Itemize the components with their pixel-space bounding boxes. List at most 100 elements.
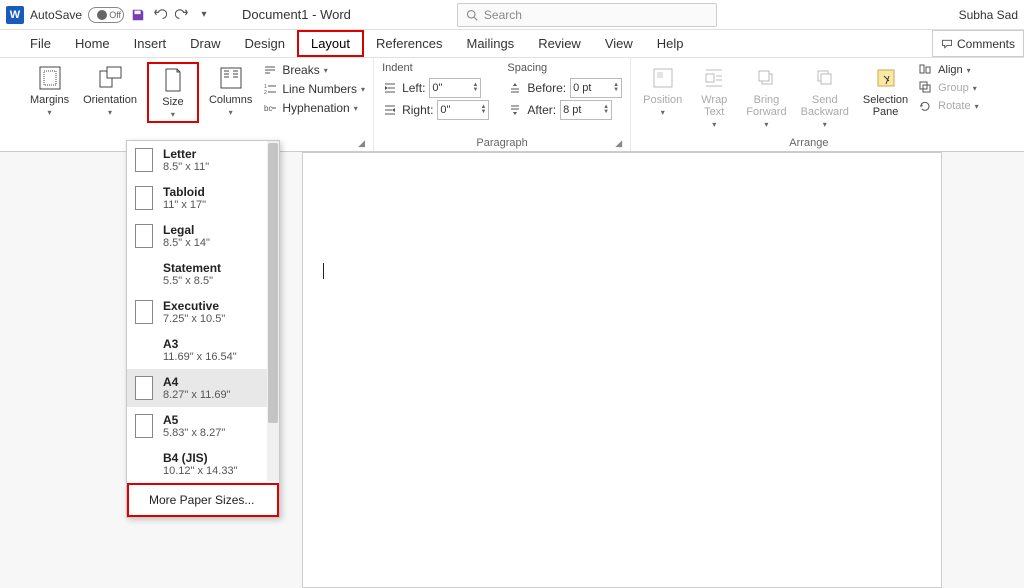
indent-left-input[interactable]: 0"▲▼ (429, 78, 481, 98)
columns-button[interactable]: Columns▾ (205, 62, 256, 119)
line-numbers-button[interactable]: 12Line Numbers ▾ (262, 81, 365, 97)
group-button: Group ▾ (918, 80, 978, 96)
size-dropdown-scrollbar[interactable] (267, 141, 279, 481)
group-page-setup: Margins▾ Orientation▾ Size▾ Columns▾ Bre… (18, 58, 374, 151)
group-arrange: Position▾ Wrap Text▾ Bring Forward▾ Send… (631, 58, 986, 151)
send-backward-icon (811, 64, 839, 92)
indent-right-icon (382, 102, 398, 118)
size-dims: 5.5" x 8.5" (163, 275, 221, 287)
tab-insert[interactable]: Insert (122, 30, 179, 57)
size-option-a4[interactable]: A48.27" x 11.69" (127, 369, 279, 407)
size-name: A5 (163, 413, 225, 427)
save-icon[interactable] (130, 7, 146, 23)
bring-forward-button: Bring Forward▾ (742, 62, 790, 131)
hyphenation-button[interactable]: bcHyphenation ▾ (262, 100, 365, 116)
send-backward-button: Send Backward▾ (797, 62, 853, 131)
tab-review[interactable]: Review (526, 30, 593, 57)
arrange-group-label: Arrange (639, 137, 978, 151)
size-option-tabloid[interactable]: Tabloid11" x 17" (127, 179, 279, 217)
undo-icon[interactable] (152, 7, 168, 23)
spacing-after-input[interactable]: 8 pt▲▼ (560, 100, 612, 120)
svg-text:bc: bc (264, 104, 272, 113)
tab-design[interactable]: Design (233, 30, 297, 57)
redo-icon[interactable] (174, 7, 190, 23)
tab-home[interactable]: Home (63, 30, 122, 57)
size-dims: 11" x 17" (163, 199, 206, 211)
size-dims: 5.83" x 8.27" (163, 427, 225, 439)
size-option-statement[interactable]: Statement5.5" x 8.5" (127, 255, 279, 293)
size-option-a5[interactable]: A55.83" x 8.27" (127, 407, 279, 445)
size-name: A4 (163, 375, 231, 389)
paragraph-dialog-launcher[interactable]: ◢ (615, 138, 622, 149)
hyphenation-icon: bc (262, 100, 278, 116)
line-numbers-icon: 12 (262, 81, 278, 97)
page-preview-icon (135, 148, 153, 172)
margins-button[interactable]: Margins▾ (26, 62, 73, 119)
tab-view[interactable]: View (593, 30, 645, 57)
columns-icon (217, 64, 245, 92)
indent-right-label: Right: (402, 103, 433, 117)
size-option-letter[interactable]: Letter8.5" x 11" (127, 141, 279, 179)
user-name[interactable]: Subha Sad (959, 8, 1018, 22)
tab-layout[interactable]: Layout (297, 30, 364, 57)
autosave-toggle[interactable]: Off (88, 7, 124, 23)
spacing-after-label: After: (527, 103, 556, 117)
svg-text:2: 2 (264, 90, 267, 96)
breaks-button[interactable]: Breaks ▾ (262, 62, 365, 78)
selection-pane-button[interactable]: Selection Pane (859, 62, 912, 120)
tab-mailings[interactable]: Mailings (455, 30, 527, 57)
group-paragraph: Indent Left: 0"▲▼ Right: 0"▲▼ Spacing Be… (374, 58, 631, 151)
page-preview-icon (135, 186, 153, 210)
wrap-text-icon (700, 64, 728, 92)
orientation-icon (96, 64, 124, 92)
rotate-icon (918, 98, 934, 114)
page-setup-dialog-launcher[interactable]: ◢ (358, 138, 365, 149)
page-preview-icon (135, 414, 153, 438)
tab-draw[interactable]: Draw (178, 30, 232, 57)
ribbon: Margins▾ Orientation▾ Size▾ Columns▾ Bre… (0, 58, 1024, 152)
indent-right-input[interactable]: 0"▲▼ (437, 100, 489, 120)
align-button[interactable]: Align ▾ (918, 62, 978, 78)
page-preview-icon (135, 224, 153, 248)
size-dims: 8.5" x 14" (163, 237, 210, 249)
group-icon (918, 80, 934, 96)
size-option-b4-jis-[interactable]: B4 (JIS)10.12" x 14.33" (127, 445, 279, 483)
document-page[interactable] (302, 152, 942, 588)
wrap-text-button: Wrap Text▾ (692, 62, 736, 131)
comments-label: Comments (957, 37, 1015, 51)
comments-button[interactable]: Comments (932, 30, 1024, 57)
spacing-before-input[interactable]: 0 pt▲▼ (570, 78, 622, 98)
spacing-label: Spacing (507, 62, 622, 74)
position-icon (649, 64, 677, 92)
indent-label: Indent (382, 62, 489, 74)
tab-file[interactable]: File (18, 30, 63, 57)
rotate-button: Rotate ▾ (918, 98, 978, 114)
paragraph-group-label: Paragraph◢ (382, 137, 622, 151)
titlebar: W AutoSave Off ▾ Document1 - Word Search… (0, 0, 1024, 30)
size-option-executive[interactable]: Executive7.25" x 10.5" (127, 293, 279, 331)
size-option-a3[interactable]: A311.69" x 16.54" (127, 331, 279, 369)
autosave-state: Off (109, 10, 121, 20)
selection-pane-icon (872, 64, 900, 92)
ribbon-tabs: File Home Insert Draw Design Layout Refe… (0, 30, 1024, 58)
indent-left-label: Left: (402, 81, 425, 95)
search-box[interactable]: Search (457, 3, 717, 27)
tab-help[interactable]: Help (645, 30, 696, 57)
margins-icon (36, 64, 64, 92)
size-dropdown: Letter8.5" x 11"Tabloid11" x 17"Legal8.5… (126, 140, 280, 518)
qat-overflow-icon[interactable]: ▾ (196, 7, 212, 23)
bring-forward-icon (752, 64, 780, 92)
tab-references[interactable]: References (364, 30, 454, 57)
align-icon (918, 62, 934, 78)
size-icon (159, 66, 187, 94)
size-name: Executive (163, 299, 225, 313)
size-name: A3 (163, 337, 237, 351)
more-paper-sizes[interactable]: More Paper Sizes... (127, 483, 279, 517)
size-name: Tabloid (163, 185, 206, 199)
size-name: Legal (163, 223, 210, 237)
breaks-icon (262, 62, 278, 78)
size-option-legal[interactable]: Legal8.5" x 14" (127, 217, 279, 255)
size-button[interactable]: Size▾ (151, 64, 195, 121)
orientation-button[interactable]: Orientation▾ (79, 62, 141, 119)
size-dims: 8.5" x 11" (163, 161, 209, 173)
